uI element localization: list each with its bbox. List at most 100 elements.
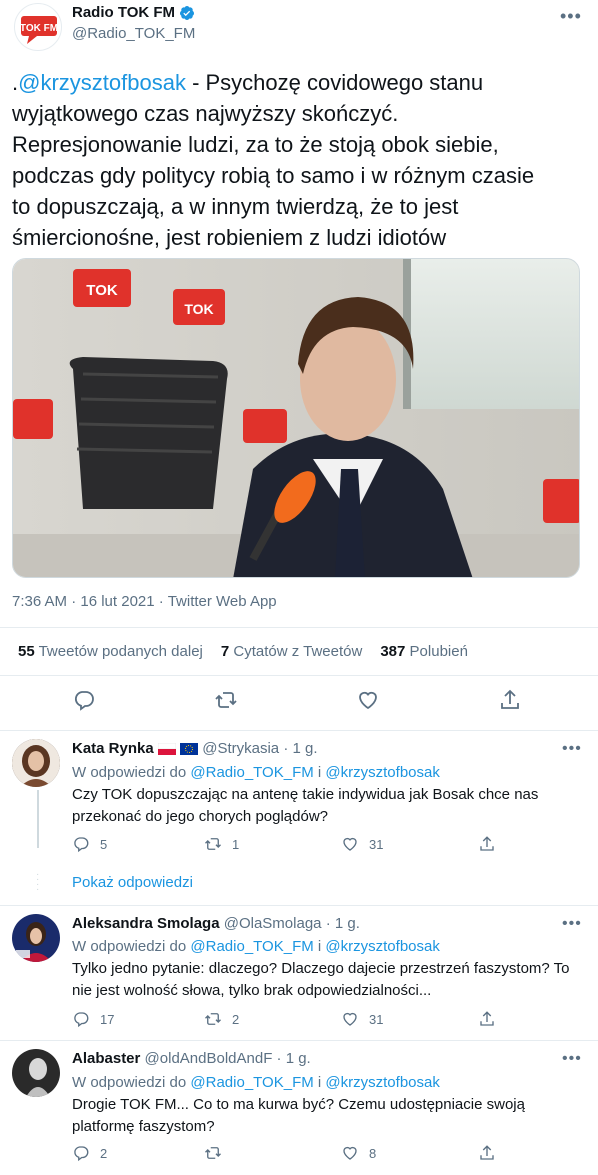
reply-time[interactable]: · 1 g. (326, 915, 360, 932)
verified-badge-icon (180, 5, 195, 20)
quotes-stat[interactable]: 7 Cytatów z Tweetów (221, 643, 362, 660)
context-prefix: W odpowiedzi do (72, 938, 187, 955)
like-count: 31 (369, 836, 384, 852)
retweet-icon (205, 838, 221, 850)
author-avatar[interactable]: TOK FM (14, 3, 62, 51)
reply-action-reply[interactable]: 2 (72, 1144, 107, 1162)
like-icon (343, 837, 357, 851)
context-mention[interactable]: @krzysztofbosak (325, 938, 439, 955)
svg-text:TOK: TOK (184, 301, 213, 317)
show-replies-link[interactable]: Pokaż odpowiedzi (72, 874, 193, 891)
reply-text: Tylko jedno pytanie: dlaczego? Dlaczego … (72, 958, 582, 1002)
retweets-stat[interactable]: 55 Tweetów podanych dalej (18, 643, 203, 660)
context-and: i (317, 764, 322, 781)
reply-action-like[interactable]: 31 (341, 835, 383, 853)
reply-action-like[interactable]: 8 (341, 1144, 376, 1162)
author-handle[interactable]: @Radio_TOK_FM (72, 25, 195, 42)
avatar-photo (12, 739, 60, 787)
reply-action-retweet[interactable]: 1 (204, 835, 239, 853)
like-count: 8 (369, 1145, 377, 1161)
quotes-count: 7 (220, 643, 230, 660)
reply-text: Drogie TOK FM... Co to ma kurwa być? Cze… (72, 1094, 572, 1138)
eu-flag-icon (180, 743, 199, 756)
reply-author-handle[interactable]: @Strykasia (202, 740, 279, 757)
reply-author-name[interactable]: Alabaster (72, 1050, 140, 1067)
reply-time[interactable]: · 1 g. (277, 1050, 311, 1067)
reply-action-reply[interactable]: 5 (72, 835, 107, 853)
reply-action-reply[interactable]: 17 (72, 1010, 114, 1028)
tweet-meta: 7:36 AM · 16 lut 2021 · Twitter Web App (12, 593, 277, 610)
tweet-photo[interactable]: TOK TOK (12, 258, 580, 578)
context-mention[interactable]: @Radio_TOK_FM (190, 938, 313, 955)
thread-line (37, 790, 39, 848)
reply-context: W odpowiedzi do @Radio_TOK_FM i @krzyszt… (72, 764, 440, 781)
meta-separator: · (158, 593, 168, 610)
reply-text-line: Czy TOK dopuszczając na antenę takie ind… (72, 786, 539, 803)
context-mention[interactable]: @Radio_TOK_FM (190, 1074, 313, 1091)
context-mention[interactable]: @Radio_TOK_FM (190, 764, 313, 781)
reply-icon (74, 1146, 89, 1162)
context-and: i (317, 1074, 322, 1091)
divider (0, 675, 598, 676)
more-icon[interactable]: ••• (562, 740, 582, 758)
reply-action-retweet[interactable]: 2 (204, 1010, 239, 1028)
likes-stat[interactable]: 387 Polubień (380, 643, 468, 660)
reply-time[interactable]: · 1 g. (283, 740, 317, 757)
reply-text-line: Tylko jedno pytanie: dlaczego? Dlaczego … (72, 960, 570, 977)
reply-count: 17 (100, 1011, 115, 1027)
svg-text:TOK FM: TOK FM (20, 23, 58, 34)
reply-author-handle[interactable]: @oldAndBoldAndF (145, 1050, 273, 1067)
tweet-text-line: to dopuszczają, a w innym twierdzą, że t… (12, 194, 459, 219)
author-name-text[interactable]: Radio TOK FM (72, 4, 175, 21)
share-icon (480, 1145, 494, 1160)
reply-author-handle[interactable]: @OlaSmolaga (224, 915, 322, 932)
more-icon[interactable]: ••• (560, 6, 582, 27)
reply-text-line: nie jest wolność słowa, tylko brak odpow… (72, 982, 432, 999)
reply-action-retweet[interactable] (204, 1144, 232, 1162)
reply-count: 2 (100, 1145, 108, 1161)
reply-author-name[interactable]: Kata Rynka (72, 740, 154, 757)
tweet-stats: 55 Tweetów podanych dalej 7 Cytatów z Tw… (18, 643, 468, 660)
tweet-text: .@krzysztofbosak - Psychozę covidowego s… (12, 67, 582, 253)
reply-action-share[interactable] (478, 1010, 496, 1028)
divider (0, 730, 598, 731)
context-mention[interactable]: @krzysztofbosak (325, 764, 439, 781)
reply-icon[interactable] (72, 688, 96, 712)
likes-label: Polubień (409, 643, 468, 660)
reply-action-share[interactable] (478, 835, 496, 853)
context-mention[interactable]: @krzysztofbosak (325, 1074, 439, 1091)
avatar[interactable] (12, 1049, 60, 1097)
like-icon (343, 1012, 357, 1026)
reply-action-like[interactable]: 31 (341, 1010, 383, 1028)
share-icon[interactable] (498, 688, 522, 712)
retweet-icon[interactable] (214, 688, 238, 712)
tweet-text-line: śmiercionośne, jest robieniem z ludzi id… (12, 225, 447, 250)
tweet-source[interactable]: Twitter Web App (168, 593, 277, 610)
reply-action-share[interactable] (478, 1144, 496, 1162)
like-icon[interactable] (356, 688, 380, 712)
tweet-timestamp[interactable]: 7:36 AM · 16 lut 2021 (12, 593, 155, 610)
reply-author-name[interactable]: Aleksandra Smolaga (72, 915, 220, 932)
retweet-count: 2 (232, 1011, 240, 1027)
reply-text-line: przekonać do jego chorych poglądów? (72, 808, 329, 825)
retweet-icon (205, 1013, 221, 1025)
reply-text-line: Drogie TOK FM... Co to ma kurwa być? Cze… (72, 1096, 525, 1113)
more-icon[interactable]: ••• (562, 1050, 582, 1068)
reply-context: W odpowiedzi do @Radio_TOK_FM i @krzyszt… (72, 1074, 440, 1091)
mention-link[interactable]: @krzysztofbosak (18, 70, 186, 95)
reply-text-line: platformę faszystom? (72, 1118, 215, 1135)
avatar[interactable] (12, 914, 60, 962)
tweet-actions (0, 688, 598, 718)
poland-flag-icon (157, 743, 176, 756)
retweet-count: 1 (232, 836, 240, 852)
avatar-photo (12, 1049, 60, 1097)
tweet-text-line: Represjonowanie ludzi, za to że stoją ob… (12, 132, 499, 157)
avatar-photo (12, 914, 60, 962)
context-prefix: W odpowiedzi do (72, 764, 187, 781)
like-icon (343, 1146, 357, 1160)
reply-count: 5 (100, 836, 108, 852)
avatar[interactable] (12, 739, 60, 787)
like-count: 31 (369, 1011, 384, 1027)
more-icon[interactable]: ••• (562, 915, 582, 933)
author-name[interactable]: Radio TOK FM (72, 4, 195, 21)
